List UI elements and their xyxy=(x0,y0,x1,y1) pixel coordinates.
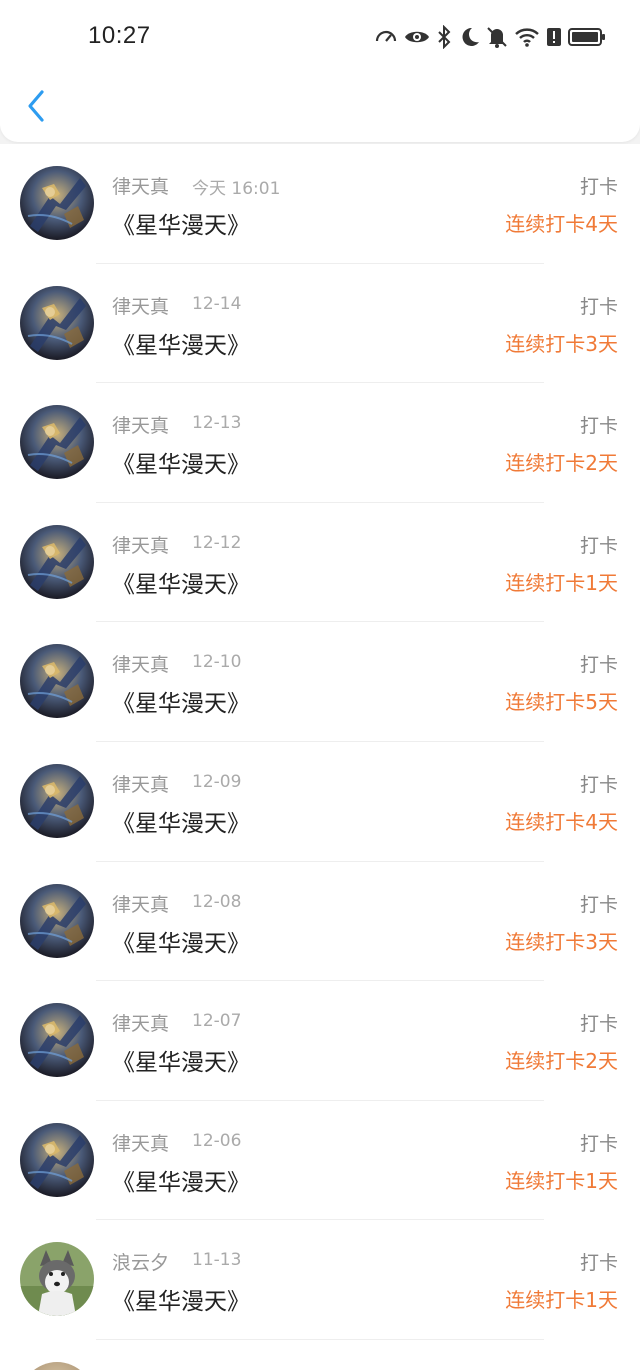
wifi-icon xyxy=(514,25,540,49)
streak-label: 连续打卡4天 xyxy=(505,809,618,834)
status-icons xyxy=(374,22,606,52)
activity-type: 打卡 xyxy=(579,415,618,438)
post-time: 12-09 xyxy=(192,771,242,792)
moon-icon xyxy=(458,25,480,49)
activity-type: 打卡 xyxy=(579,1252,618,1275)
streak-label: 连续打卡1天 xyxy=(505,1288,618,1313)
warrior-avatar-image xyxy=(20,644,94,719)
list-item[interactable]: 律天真 12-07 《星华漫天》 打卡 连续打卡2天 xyxy=(0,981,640,1101)
streak-label: 连续打卡2天 xyxy=(505,1049,618,1074)
avatar[interactable] xyxy=(20,1242,94,1317)
warrior-avatar-image xyxy=(20,1003,94,1078)
list-item[interactable]: 律天真 今天 16:01 《星华漫天》 打卡 连续打卡4天 xyxy=(0,144,640,264)
avatar[interactable] xyxy=(20,524,94,599)
book-title: 《星华漫天》 xyxy=(112,930,250,957)
bell-off-icon xyxy=(486,25,508,49)
streak-label: 连续打卡5天 xyxy=(505,690,618,715)
status-time: 10:27 xyxy=(88,22,151,49)
user-name: 律天真 xyxy=(112,1132,170,1155)
post-time: 12-12 xyxy=(192,532,242,553)
streak-label: 连续打卡1天 xyxy=(505,1168,618,1193)
book-title: 《星华漫天》 xyxy=(112,1289,250,1316)
warrior-avatar-image xyxy=(20,285,94,360)
activity-type: 打卡 xyxy=(579,534,618,557)
warrior-avatar-image xyxy=(20,405,94,480)
user-name: 律天真 xyxy=(112,654,170,677)
streak-label: 连续打卡3天 xyxy=(505,331,618,356)
avatar[interactable] xyxy=(20,1003,94,1078)
list-item[interactable]: 律天真 12-10 《星华漫天》 打卡 连续打卡5天 xyxy=(0,622,640,742)
user-name: 律天真 xyxy=(112,176,170,198)
avatar[interactable] xyxy=(20,166,94,240)
avatar[interactable] xyxy=(20,1122,94,1197)
alert-icon xyxy=(546,25,562,49)
activity-type: 打卡 xyxy=(579,893,618,916)
battery-icon xyxy=(568,25,606,49)
post-time: 今天 16:01 xyxy=(192,179,281,199)
user-name: 律天真 xyxy=(112,773,170,796)
husky-avatar-image xyxy=(20,1242,94,1317)
avatar[interactable] xyxy=(20,883,94,958)
activity-type: 打卡 xyxy=(579,176,618,198)
warrior-avatar-image xyxy=(20,883,94,958)
avatar xyxy=(20,1362,94,1370)
activity-type: 打卡 xyxy=(579,295,618,318)
book-title: 《星华漫天》 xyxy=(112,691,250,718)
post-time: 12-06 xyxy=(192,1130,242,1151)
list-item[interactable]: 浪云夕 11-13 《星华漫天》 打卡 连续打卡1天 xyxy=(0,1220,640,1340)
book-title: 《星华漫天》 xyxy=(112,1050,250,1077)
streak-label: 连续打卡2天 xyxy=(505,451,618,476)
list-item[interactable]: 律天真 12-09 《星华漫天》 打卡 连续打卡4天 xyxy=(0,741,640,862)
warrior-avatar-image xyxy=(20,1122,94,1197)
user-name: 律天真 xyxy=(112,1013,170,1036)
book-title: 《星华漫天》 xyxy=(112,213,250,239)
post-time: 12-10 xyxy=(192,652,242,673)
user-name: 律天真 xyxy=(112,295,170,318)
avatar[interactable] xyxy=(20,644,94,719)
book-title: 《星华漫天》 xyxy=(112,810,250,837)
checkin-list: 律天真 今天 16:01 《星华漫天》 打卡 连续打卡4天 律天真 12-14 … xyxy=(0,144,640,1340)
post-time: 12-13 xyxy=(192,413,242,434)
post-time: 12-07 xyxy=(192,1011,242,1032)
streak-label: 连续打卡4天 xyxy=(505,212,618,236)
list-item[interactable]: 律天真 12-12 《星华漫天》 打卡 连续打卡1天 xyxy=(0,502,640,623)
activity-type: 打卡 xyxy=(579,1013,618,1036)
book-title: 《星华漫天》 xyxy=(112,1169,250,1196)
user-name: 律天真 xyxy=(112,534,170,557)
post-time: 11-13 xyxy=(192,1250,242,1271)
chevron-left-icon xyxy=(24,88,48,128)
streak-label: 连续打卡3天 xyxy=(505,929,618,954)
user-name: 律天真 xyxy=(112,415,170,438)
list-item-partial xyxy=(0,1340,640,1370)
avatar[interactable] xyxy=(20,405,94,480)
warrior-avatar-image xyxy=(20,166,94,240)
speedometer-icon xyxy=(374,25,398,49)
warrior-avatar-image xyxy=(20,763,94,838)
bluetooth-icon xyxy=(436,25,452,49)
list-item[interactable]: 律天真 12-13 《星华漫天》 打卡 连续打卡2天 xyxy=(0,383,640,503)
book-title: 《星华漫天》 xyxy=(112,452,250,479)
warrior-avatar-image xyxy=(20,524,94,599)
list-item[interactable]: 律天真 12-08 《星华漫天》 打卡 连续打卡3天 xyxy=(0,861,640,982)
streak-label: 连续打卡1天 xyxy=(505,570,618,595)
user-name: 律天真 xyxy=(112,893,170,916)
post-time: 12-14 xyxy=(192,293,242,314)
avatar[interactable] xyxy=(20,763,94,838)
eye-icon xyxy=(404,25,430,49)
activity-type: 打卡 xyxy=(579,1132,618,1155)
header-bar: 10:27 xyxy=(0,0,640,142)
user-name: 浪云夕 xyxy=(112,1252,170,1275)
post-time: 12-08 xyxy=(192,891,242,912)
avatar[interactable] xyxy=(20,285,94,360)
list-item[interactable]: 律天真 12-06 《星华漫天》 打卡 连续打卡1天 xyxy=(0,1100,640,1221)
book-title: 《星华漫天》 xyxy=(112,332,250,359)
back-button[interactable] xyxy=(16,88,56,128)
book-title: 《星华漫天》 xyxy=(112,571,250,598)
activity-type: 打卡 xyxy=(579,654,618,677)
list-item[interactable]: 律天真 12-14 《星华漫天》 打卡 连续打卡3天 xyxy=(0,263,640,384)
activity-type: 打卡 xyxy=(579,773,618,796)
